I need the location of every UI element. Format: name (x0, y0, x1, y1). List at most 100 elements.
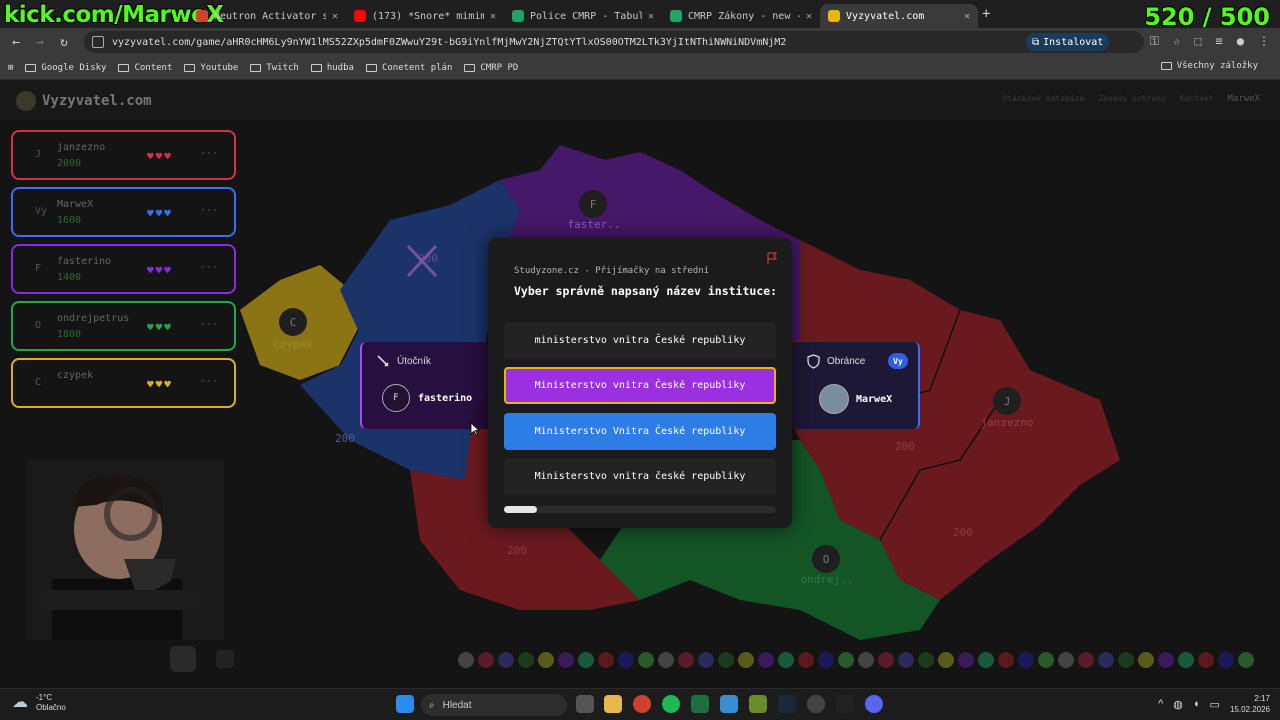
site-logo[interactable]: Vyzyvatel.com (16, 91, 152, 111)
file-explorer-icon[interactable] (604, 695, 622, 713)
tab-vyzyvatel[interactable]: Vyzyvatel.com ✕ (820, 4, 978, 28)
task-view-icon[interactable] (576, 695, 594, 713)
taskbar-search[interactable]: ⌕ Hledat (421, 694, 567, 716)
color-swatch[interactable] (518, 652, 534, 668)
color-swatch[interactable] (1158, 652, 1174, 668)
report-flag-icon[interactable] (766, 252, 778, 265)
color-swatch[interactable] (798, 652, 814, 668)
close-icon[interactable]: ✕ (806, 11, 812, 22)
site-info-icon[interactable] (92, 36, 104, 48)
network-icon[interactable]: ◍ (1173, 698, 1183, 711)
color-swatch[interactable] (458, 652, 474, 668)
more-icon[interactable]: ··· (200, 319, 218, 330)
color-swatch[interactable] (1198, 652, 1214, 668)
key-icon[interactable]: ⚿ (1150, 34, 1159, 49)
color-swatch[interactable] (1038, 652, 1054, 668)
media-icon[interactable]: ≡ (1216, 34, 1223, 49)
color-swatch[interactable] (818, 652, 834, 668)
color-swatch[interactable] (1118, 652, 1134, 668)
bookmark-content[interactable]: Content (118, 63, 172, 73)
color-swatch[interactable] (718, 652, 734, 668)
steam-icon[interactable] (778, 695, 796, 713)
answer-option-1[interactable]: ministerstvo vnitra České republiky (504, 322, 776, 359)
color-swatch[interactable] (778, 652, 794, 668)
color-swatch[interactable] (578, 652, 594, 668)
close-icon[interactable]: ✕ (332, 11, 338, 22)
more-icon[interactable]: ··· (200, 205, 218, 216)
player-card[interactable]: Ffasterino 1400 ♥♥♥ ··· (11, 244, 236, 294)
color-swatch[interactable] (1098, 652, 1114, 668)
discord-icon[interactable] (865, 695, 883, 713)
apps-icon[interactable]: ⊞ (8, 63, 13, 73)
bookmark-hudba[interactable]: hudba (310, 63, 354, 73)
battery-icon[interactable]: ▭ (1210, 698, 1220, 711)
color-swatch[interactable] (858, 652, 874, 668)
color-swatch[interactable] (878, 652, 894, 668)
color-swatch[interactable] (598, 652, 614, 668)
extension-icon[interactable]: ⬚ (1194, 34, 1201, 49)
bookmark-conetent-plan[interactable]: Conetent plán (365, 63, 452, 73)
bookmark-youtube[interactable]: Youtube (184, 63, 238, 73)
color-swatch[interactable] (1238, 652, 1254, 668)
color-swatch[interactable] (978, 652, 994, 668)
color-swatch[interactable] (1018, 652, 1034, 668)
close-icon[interactable]: ✕ (490, 11, 496, 22)
player-card[interactable]: Cczypek ♥♥♥ ··· (11, 358, 236, 408)
more-icon[interactable]: ··· (200, 376, 218, 387)
color-swatch[interactable] (1218, 652, 1234, 668)
fivem-icon[interactable] (836, 695, 854, 713)
color-swatch[interactable] (658, 652, 674, 668)
color-swatch[interactable] (538, 652, 554, 668)
notepad-icon[interactable] (720, 695, 738, 713)
volume-icon[interactable]: ◖ (1193, 698, 1200, 710)
close-icon[interactable]: ✕ (648, 11, 654, 22)
answer-option-2[interactable]: Ministerstvo vnitra České republiky (504, 367, 776, 404)
all-bookmarks[interactable]: Všechny záložky (1160, 61, 1258, 71)
color-swatch[interactable] (618, 652, 634, 668)
close-icon[interactable]: ✕ (964, 11, 970, 22)
tab-neutron[interactable]: Neutron Activator stoneblock 4 ✕ (188, 4, 346, 28)
color-swatch[interactable] (1058, 652, 1074, 668)
color-swatch[interactable] (898, 652, 914, 668)
player-card[interactable]: Jjanzezno 2000 ♥♥♥ ··· (11, 130, 236, 180)
chevron-up-icon[interactable]: ^ (1158, 698, 1163, 710)
more-icon[interactable]: ··· (200, 148, 218, 159)
profile-icon[interactable]: ● (1237, 34, 1244, 49)
player-card[interactable]: Oondrejpetrus 1800 ♥♥♥ ··· (11, 301, 236, 351)
color-swatch[interactable] (478, 652, 494, 668)
windows-start-icon[interactable] (396, 695, 414, 713)
install-app-button[interactable]: ⧉ Instalovat (1026, 33, 1110, 51)
clock[interactable]: 2:17 15.02.2026 (1230, 693, 1270, 715)
more-icon[interactable]: ··· (200, 262, 218, 273)
color-swatch[interactable] (838, 652, 854, 668)
bookmark-star-icon[interactable]: ☆ (1173, 34, 1180, 49)
forward-icon[interactable]: → (28, 35, 52, 50)
color-swatch[interactable] (1178, 652, 1194, 668)
color-swatch[interactable] (998, 652, 1014, 668)
color-swatch[interactable] (738, 652, 754, 668)
url-field[interactable]: vyzyvatel.com/game/aHR0cHM6Ly9nYW1lMS52Z… (84, 31, 1144, 53)
color-swatch[interactable] (678, 652, 694, 668)
answer-option-4[interactable]: Ministerstvo vnitra české republiky (504, 458, 776, 495)
tab-youtube[interactable]: (173) *Snore* mimimimimimim ✕ (346, 4, 504, 28)
excel-icon[interactable] (691, 695, 709, 713)
color-swatch[interactable] (498, 652, 514, 668)
new-tab-button[interactable]: + (982, 6, 990, 22)
bookmark-twitch[interactable]: Twitch (250, 63, 299, 73)
color-swatch[interactable] (558, 652, 574, 668)
reload-icon[interactable]: ↻ (52, 35, 76, 50)
color-swatch[interactable] (638, 652, 654, 668)
menu-icon[interactable]: ⋮ (1258, 34, 1270, 49)
obs-icon[interactable] (807, 695, 825, 713)
color-swatch[interactable] (938, 652, 954, 668)
bookmark-google-disky[interactable]: Google Disky (25, 63, 106, 73)
nav-link[interactable]: Kontakt (1180, 94, 1214, 104)
weather-widget[interactable]: ☁ -1°C Oblačno (12, 693, 66, 713)
user-name[interactable]: MarweX (1227, 94, 1260, 104)
spotify-icon[interactable] (662, 695, 680, 713)
player-card[interactable]: Vy MarweX 1600 ♥♥♥ ··· (11, 187, 236, 237)
tab-cmrp-zakony[interactable]: CMRP Zákony - new - Tabulky G ✕ (662, 4, 820, 28)
color-swatch[interactable] (698, 652, 714, 668)
bookmark-cmrp-pd[interactable]: CMRP PD (464, 63, 518, 73)
color-swatch[interactable] (758, 652, 774, 668)
